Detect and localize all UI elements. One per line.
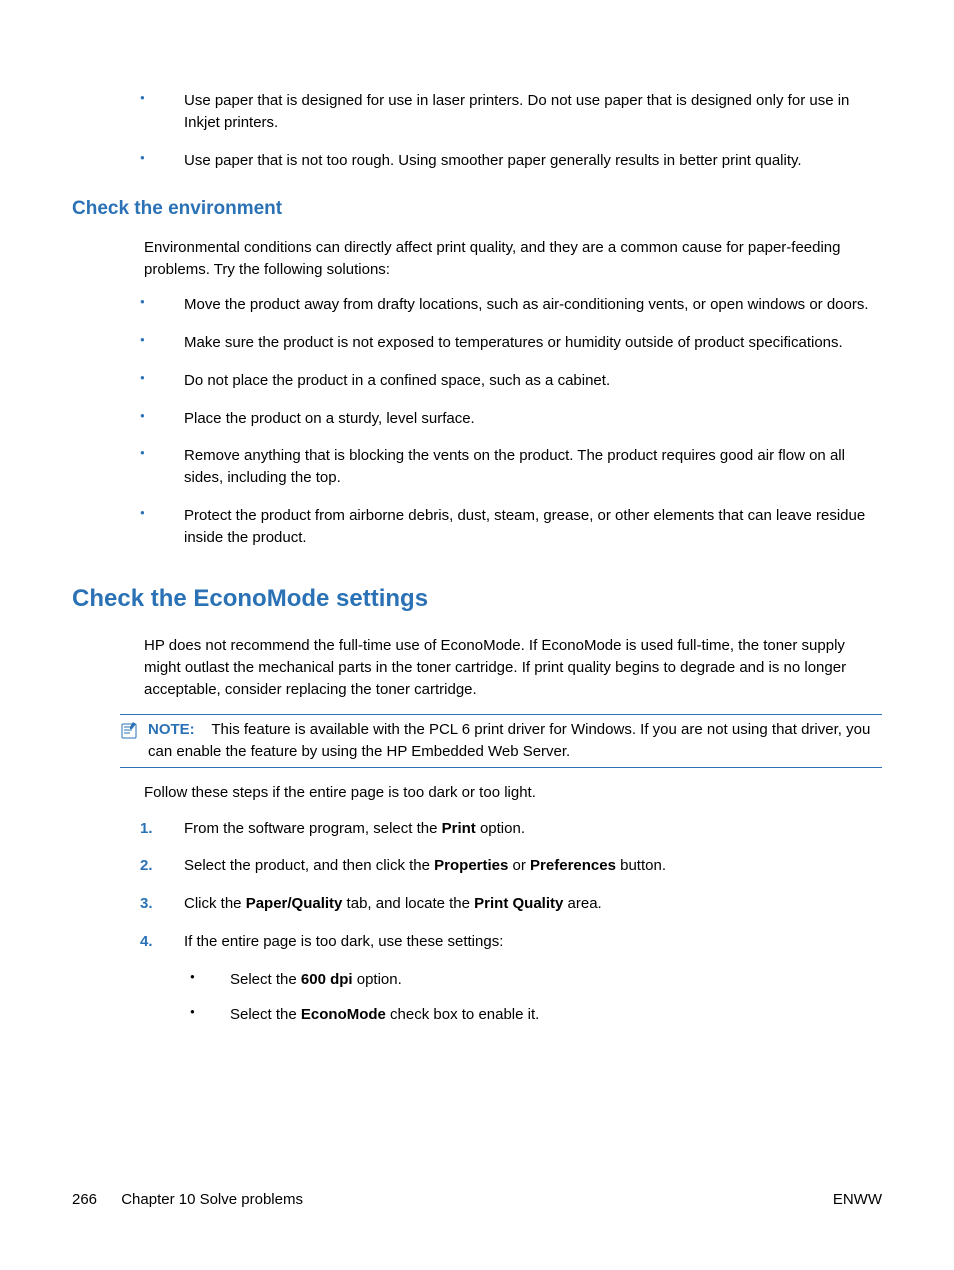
bold-term: Print Quality: [474, 895, 563, 912]
env-bullet-list: Move the product away from drafty locati…: [140, 294, 882, 548]
step-item: If the entire page is too dark, use thes…: [140, 931, 882, 953]
note-callout: NOTE: This feature is available with the…: [120, 714, 882, 768]
list-item: Make sure the product is not exposed to …: [140, 332, 882, 354]
step-text: From the software program, select the: [184, 820, 442, 837]
step-text: Click the: [184, 895, 246, 912]
footer-left: 266 Chapter 10 Solve problems: [72, 1191, 303, 1208]
step-text: or: [508, 857, 530, 874]
list-item: Select the EconoMode check box to enable…: [190, 1004, 882, 1026]
step-text: tab, and locate the: [342, 895, 474, 912]
bullet-text: Place the product on a sturdy, level sur…: [184, 410, 475, 427]
list-item: Protect the product from airborne debris…: [140, 505, 882, 549]
bold-term: 600 dpi: [301, 971, 353, 988]
step-text: button.: [616, 857, 666, 874]
bullet-text: Do not place the product in a confined s…: [184, 372, 610, 389]
step-text: If the entire page is too dark, use thes…: [184, 933, 503, 950]
page-number: 266: [72, 1191, 97, 1208]
steps-intro-paragraph: Follow these steps if the entire page is…: [144, 782, 882, 804]
bullet-text: Protect the product from airborne debris…: [184, 507, 865, 546]
econo-intro-paragraph: HP does not recommend the full-time use …: [144, 635, 882, 700]
bullet-text: check box to enable it.: [386, 1006, 539, 1023]
footer-right: ENWW: [833, 1191, 882, 1208]
bold-term: Properties: [434, 857, 508, 874]
bullet-text: Make sure the product is not exposed to …: [184, 334, 843, 351]
bullet-text: Select the: [230, 1006, 301, 1023]
step4-sub-bullets: Select the 600 dpi option. Select the Ec…: [190, 969, 882, 1027]
bold-term: EconoMode: [301, 1006, 386, 1023]
page-footer: 266 Chapter 10 Solve problems ENWW: [72, 1191, 882, 1208]
bullet-text: Remove anything that is blocking the ven…: [184, 447, 845, 486]
list-item: Move the product away from drafty locati…: [140, 294, 882, 316]
note-label: NOTE:: [148, 721, 195, 738]
step-item: Select the product, and then click the P…: [140, 855, 882, 877]
list-item: Do not place the product in a confined s…: [140, 370, 882, 392]
note-body: This feature is available with the PCL 6…: [148, 721, 870, 760]
bold-term: Paper/Quality: [246, 895, 343, 912]
intro-bullet-list: Use paper that is designed for use in la…: [140, 90, 882, 171]
step-item: From the software program, select the Pr…: [140, 818, 882, 840]
bullet-text: Move the product away from drafty locati…: [184, 296, 869, 313]
list-item: Use paper that is designed for use in la…: [140, 90, 882, 134]
step-text: area.: [563, 895, 601, 912]
list-item: Remove anything that is blocking the ven…: [140, 445, 882, 489]
document-page: Use paper that is designed for use in la…: [0, 0, 954, 1270]
chapter-label: Chapter 10 Solve problems: [121, 1191, 303, 1208]
bullet-text: Select the: [230, 971, 301, 988]
list-item: Place the product on a sturdy, level sur…: [140, 408, 882, 430]
page-content: Use paper that is designed for use in la…: [72, 90, 882, 1026]
bullet-text: option.: [353, 971, 402, 988]
note-text: [199, 721, 212, 738]
numbered-steps: From the software program, select the Pr…: [140, 818, 882, 953]
bold-term: Preferences: [530, 857, 616, 874]
list-item: Select the 600 dpi option.: [190, 969, 882, 991]
step-item: Click the Paper/Quality tab, and locate …: [140, 893, 882, 915]
step-text: option.: [476, 820, 525, 837]
note-icon: [120, 721, 138, 747]
heading-check-environment: Check the environment: [72, 195, 882, 223]
env-intro-paragraph: Environmental conditions can directly af…: [144, 237, 882, 281]
bullet-text: Use paper that is not too rough. Using s…: [184, 152, 802, 169]
step-text: Select the product, and then click the: [184, 857, 434, 874]
heading-economode-settings: Check the EconoMode settings: [72, 582, 882, 617]
list-item: Use paper that is not too rough. Using s…: [140, 150, 882, 172]
bold-term: Print: [442, 820, 476, 837]
bullet-text: Use paper that is designed for use in la…: [184, 92, 849, 131]
